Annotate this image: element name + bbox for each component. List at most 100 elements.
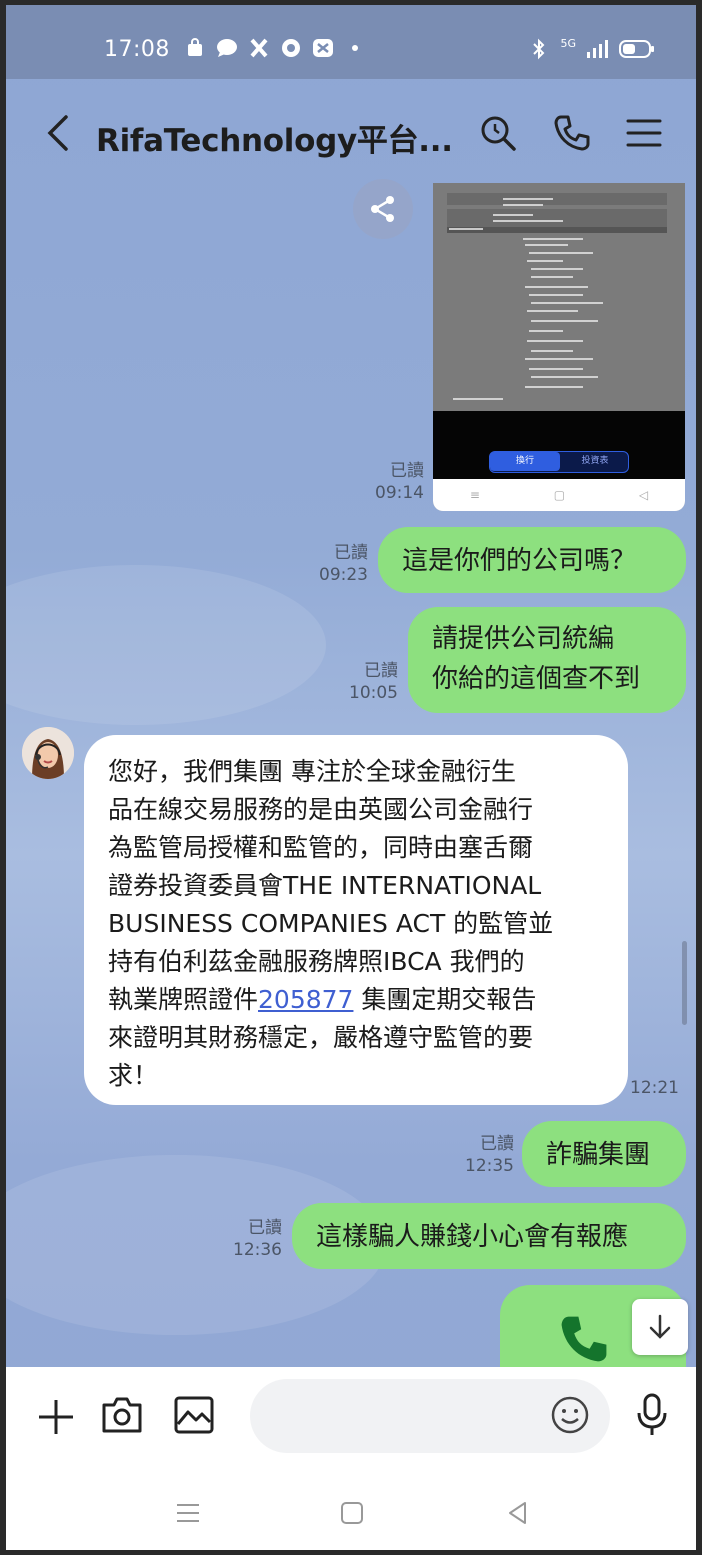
message-text: 集團定期交報告 [353,985,537,1014]
system-status-icons: 5G [528,36,656,60]
message-time: 09:23 [319,565,368,585]
message-meta: 已讀 09:14 [336,460,424,504]
message-time: 12:36 [233,1240,282,1260]
back-button[interactable] [40,109,76,157]
message-time: 12:21 [630,1078,679,1098]
read-receipt: 已讀 [480,1134,514,1154]
screenshot-home-icon: ▢ [553,488,566,502]
call-phone-icon [561,1316,607,1362]
screenshot-tab-left: 換行 [490,452,560,471]
screenshot-nav-bar: ≡ ▢ ◁ [433,479,685,511]
screenshot-tab-right: 投資表 [581,456,609,466]
microphone-icon [637,1393,667,1435]
chat-header: RifaTechnology平台... [6,79,696,185]
message-time: 12:35 [465,1156,514,1176]
read-receipt: 已讀 [364,661,398,681]
emoji-button[interactable] [548,1393,592,1437]
screenshot-tab-group: 換行 投資表 [489,451,629,473]
message-text-line: 執業牌照證件205877 集團定期交報告 [108,981,604,1019]
read-receipt: 已讀 [248,1218,282,1238]
back-triangle-icon [509,1502,526,1524]
system-back-button[interactable] [498,1495,538,1531]
message-meta: 已讀 09:23 [296,542,368,586]
chat-bubble-icon [216,37,238,59]
hamburger-menu-icon [626,119,662,147]
chevron-left-icon [47,115,68,151]
notification-icons [184,37,366,59]
image-button[interactable] [172,1393,216,1437]
message-text: 這樣騙人賺錢小心會有報應 [316,1222,629,1252]
search-icon [481,116,516,151]
license-number-link[interactable]: 205877 [258,985,353,1014]
message-text-line: 請提供公司統編 [432,624,615,654]
outgoing-message[interactable]: 這是你們的公司嗎？ [378,527,686,593]
scroll-to-bottom-button[interactable] [632,1299,688,1355]
camera-button[interactable] [100,1393,144,1437]
system-navigation-bar [6,1471,696,1550]
status-time: 17:08 [104,37,170,62]
phone-icon [554,115,590,151]
screenshot-document-graphic [447,193,667,400]
message-text-line: 求！ [108,1061,159,1090]
screenshot-content [433,183,685,411]
signal-icon [586,38,608,60]
message-meta: 已讀 12:35 [446,1133,514,1177]
avatar[interactable] [22,727,74,779]
voice-button[interactable] [630,1391,674,1439]
bluetooth-icon [528,38,550,60]
recent-apps-button[interactable] [168,1495,208,1531]
capcut-icon [312,37,334,59]
message-text: 詐騙集團 [546,1140,651,1170]
image-icon [174,1396,214,1434]
message-text: 執業牌照證件 [108,985,259,1014]
battery-icon [618,38,656,60]
app-x-icon [248,37,270,59]
message-text: 這是你們的公司嗎？ [402,546,637,576]
shared-screenshot-image[interactable]: 換行 投資表 ≡ ▢ ◁ [433,183,685,511]
message-text-line: BUSINESS COMPANIES ACT 的監管並 [108,909,554,938]
arrow-down-icon [649,1314,671,1339]
share-icon [371,196,394,222]
incoming-message[interactable]: 您好，我們集團 專注於全球金融衍生 品在線交易服務的是由英國公司金融行 為監管局… [84,735,628,1105]
message-time: 10:05 [349,683,398,703]
outgoing-message[interactable]: 這樣騙人賺錢小心會有報應 [292,1203,686,1269]
browser-icon [280,37,302,59]
message-text-line: 為監管局授權和監管的，同時由塞舌爾 [108,833,534,862]
outgoing-message[interactable]: 請提供公司統編 你給的這個查不到 [408,607,686,713]
read-receipt: 已讀 [334,543,368,563]
read-receipt: 已讀 [390,461,424,481]
message-text-line: 來證明其財務穩定，嚴格遵守監管的要 [108,1023,534,1052]
message-text-line: 持有伯利茲金融服務牌照IBCA 我們的 [108,947,525,976]
message-meta: 已讀 12:36 [216,1217,282,1261]
plus-icon [39,1400,73,1434]
home-square-icon [341,1502,363,1524]
more-notifications-dot-icon [344,37,366,59]
message-text-line: 您好，我們集團 專注於全球金融衍生 [108,757,516,786]
message-text-line: 品在線交易服務的是由英國公司金融行 [108,795,534,824]
call-button[interactable] [548,109,596,157]
screenshot-menu-icon: ≡ [469,488,480,502]
chat-title[interactable]: RifaTechnology平台... [96,115,453,160]
camera-icon [102,1397,142,1433]
agent-avatar-image [22,727,74,779]
menu-button[interactable] [620,109,668,157]
emoji-smile-icon [551,1396,589,1434]
home-button[interactable] [332,1495,372,1531]
screenshot-dark-area: 換行 投資表 [433,411,685,479]
phone-screen: 17:08 5G RifaTechnology平台... 換行 投資表 ≡ ▢ … [6,5,696,1550]
message-meta: 已讀 10:05 [328,660,398,704]
message-input-bar [6,1367,696,1471]
menu-lines-icon [177,1504,199,1522]
add-button[interactable] [34,1395,78,1439]
screenshot-back-icon: ◁ [638,488,649,502]
outgoing-message[interactable]: 詐騙集團 [522,1121,686,1187]
message-time: 09:14 [375,483,424,503]
scrollbar-thumb[interactable] [682,941,687,1025]
message-text-line: 你給的這個查不到 [432,664,641,694]
message-text-line: 證券投資委員會THE INTERNATIONAL [108,871,542,900]
network-type-label: 5G [560,36,576,50]
status-bar: 17:08 5G [6,5,696,79]
search-button[interactable] [474,109,522,157]
share-button[interactable] [353,179,413,239]
shopping-bag-icon [184,37,206,59]
